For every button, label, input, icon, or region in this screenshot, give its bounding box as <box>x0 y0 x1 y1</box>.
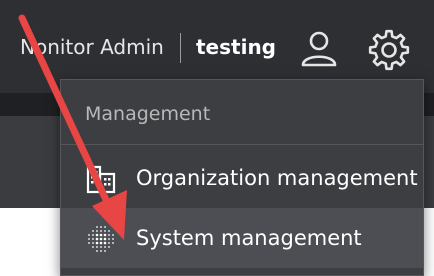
user-profile-button[interactable] <box>298 28 340 70</box>
menu-section-title: Management <box>85 103 211 125</box>
gear-icon <box>368 29 410 71</box>
dot <box>100 226 102 228</box>
dot <box>104 250 106 252</box>
menu-item-label: Organization management <box>136 166 418 190</box>
dot <box>108 234 110 236</box>
current-organization-name[interactable]: testing <box>196 34 276 60</box>
dot <box>95 237 99 241</box>
dot <box>96 226 98 228</box>
dot <box>96 250 98 252</box>
dot <box>108 246 110 248</box>
dot <box>95 241 99 245</box>
dot <box>103 233 107 237</box>
header-separator <box>180 33 181 63</box>
dot <box>95 233 99 237</box>
menu-divider <box>61 144 423 145</box>
menu-item-organization-management[interactable]: Organization management <box>61 148 423 208</box>
current-user-name: Nonitor Admin <box>20 35 164 59</box>
dot-grid-icon <box>88 226 114 252</box>
dot <box>104 226 106 228</box>
settings-button[interactable] <box>366 27 412 73</box>
dot <box>104 230 106 232</box>
dot <box>92 238 94 240</box>
dot <box>103 241 107 245</box>
dot <box>92 234 94 236</box>
dot <box>100 246 102 248</box>
dot <box>112 242 114 244</box>
dot <box>99 233 103 237</box>
dot <box>88 242 90 244</box>
dot <box>108 242 110 244</box>
dot <box>112 238 114 240</box>
dot <box>96 246 98 248</box>
menu-item-label: System management <box>136 226 362 250</box>
dot <box>100 230 102 232</box>
dot <box>88 234 90 236</box>
settings-dropdown-menu: Management Organization management Syste… <box>60 79 424 276</box>
dot <box>92 246 94 248</box>
dot <box>99 237 103 241</box>
dot <box>99 241 103 245</box>
dot <box>96 230 98 232</box>
dot <box>104 246 106 248</box>
dot <box>108 238 110 240</box>
dot <box>92 230 94 232</box>
dot <box>108 230 110 232</box>
menu-item-system-management[interactable]: System management <box>61 208 423 268</box>
dot <box>92 242 94 244</box>
dot <box>112 234 114 236</box>
dot <box>103 237 107 241</box>
user-icon <box>301 31 337 67</box>
dot <box>100 250 102 252</box>
building-icon <box>86 165 116 194</box>
dot <box>88 238 90 240</box>
